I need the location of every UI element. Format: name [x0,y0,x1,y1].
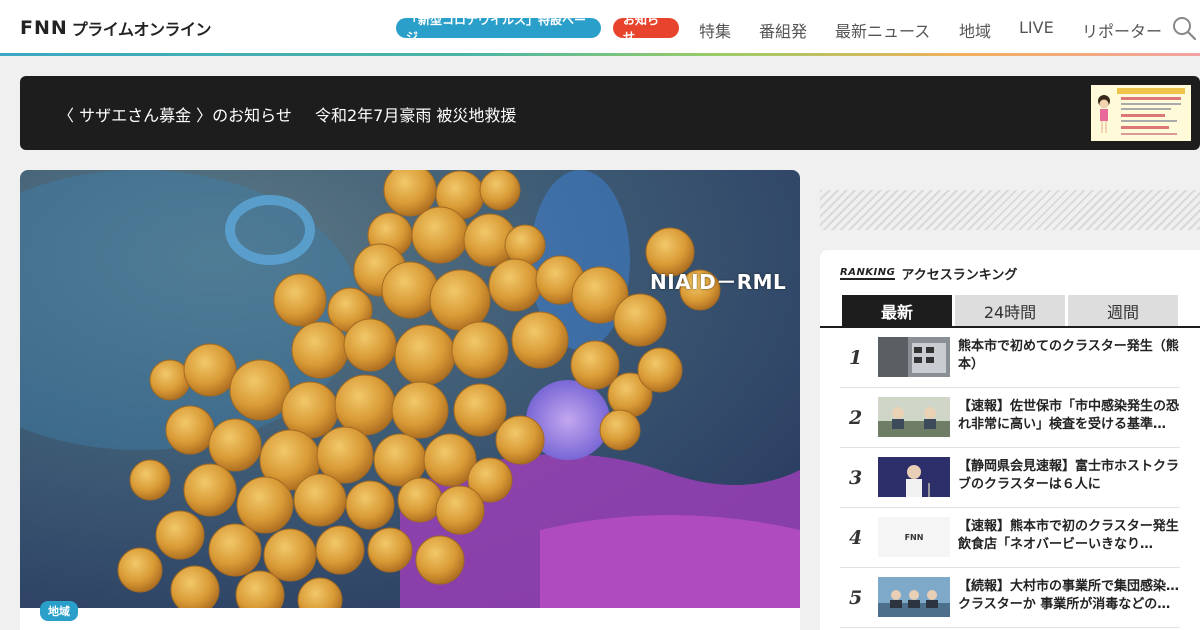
rank-headline: 【続報】大村市の事業所で集団感染…クラスターか 事業所が消毒などの… [958,579,1180,612]
ranking-title: アクセスランキング [901,268,1018,283]
nav-item-reporter[interactable]: リポーター [1082,18,1162,42]
nav-item-live[interactable]: LIVE [1019,18,1054,37]
rank-number: 5 [849,587,863,609]
notice-link[interactable]: お知らせ [613,13,679,44]
rank-number: 4 [849,527,863,549]
corona-special-link[interactable]: 「新型コロナウイルス」特設ページ [396,13,601,44]
ranking-tabs: 最新 24時間 週間 [842,295,1181,326]
site-header: FNN プライムオンライン 「新型コロナウイルス」特設ページ お知らせ 特集 番… [0,0,1200,56]
ranking-item[interactable]: 2 【速報】佐世保市「市中感染発生の恐れ非常に高い」検査を受ける基準… [840,388,1180,448]
announcement-banner[interactable]: 〈 サザエさん募金 〉のお知らせ 令和2年7月豪雨 被災地救援 [20,76,1200,150]
rank-thumbnail-logo: FNN [904,532,924,542]
ranking-logo: RANKING [840,266,896,280]
rank-headline: 【速報】熊本市で初のクラスター発生 飲食店「ネオバービーいきなり… [958,519,1180,552]
search-icon[interactable] [1172,16,1196,40]
top-story-card[interactable]: NIAID－RML 地域 [20,170,800,630]
banner-thumbnail [1091,85,1191,141]
main-nav: 「新型コロナウイルス」特設ページ お知らせ [396,13,679,44]
ranking-item[interactable]: 3 【静岡県会見速報】富士市ホストクラブのクラスターは６人に [840,448,1180,508]
tab-24h[interactable]: 24時間 [955,295,1065,326]
logo-text: プライムオンライン [71,20,212,39]
rank-headline: 【速報】佐世保市「市中感染発生の恐れ非常に高い」検査を受ける基準… [958,399,1180,432]
nav-item-latest-news[interactable]: 最新ニュース [835,18,930,42]
ranking-header: RANKING アクセスランキング [840,264,1017,283]
rank-number: 3 [849,467,863,489]
header-color-line [0,53,1200,56]
rank-number: 1 [849,347,863,369]
category-badge[interactable]: 地域 [40,601,78,621]
rank-thumbnail [878,337,950,377]
banner-campaign: 〈 サザエさん募金 〉のお知らせ [58,106,292,125]
banner-text: 〈 サザエさん募金 〉のお知らせ 令和2年7月豪雨 被災地救援 [58,102,534,126]
ranking-item[interactable]: 4 FNN 【速報】熊本市で初のクラスター発生 飲食店「ネオバービーいきなり… [840,508,1180,568]
nav-item-features[interactable]: 特集 [699,18,731,42]
rank-thumbnail [878,457,950,497]
nav-item-programs[interactable]: 番組発 [759,18,807,42]
ranking-item[interactable]: 5 【続報】大村市の事業所で集団感染…クラスターか 事業所が消毒などの… [840,568,1180,628]
logo-mark: FNN [20,17,68,39]
rank-thumbnail: FNN [878,517,950,557]
rank-headline: 【静岡県会見速報】富士市ホストクラブのクラスターは６人に [958,459,1180,492]
rank-number: 2 [849,407,863,429]
ranking-item[interactable]: 1 熊本市で初めてのクラスター発生（熊本） [840,328,1180,388]
ranking-list: 1 熊本市で初めてのクラスター発生（熊本） 2 【速報】佐世保市「市中感染発生の… [840,328,1180,628]
rank-headline: 熊本市で初めてのクラスター発生（熊本） [958,339,1179,372]
rank-thumbnail [878,397,950,437]
image-watermark: NIAID－RML [650,270,787,294]
rank-thumbnail [878,577,950,617]
access-ranking: RANKING アクセスランキング 最新 24時間 週間 1 熊本市で初めてのク… [820,250,1200,630]
site-logo[interactable]: FNN プライムオンライン [20,17,211,39]
nav-item-region[interactable]: 地域 [959,18,991,42]
tab-latest[interactable]: 最新 [842,295,952,326]
top-story-image: NIAID－RML [20,170,800,608]
tab-weekly[interactable]: 週間 [1068,295,1178,326]
ad-placeholder [820,190,1200,230]
banner-subject: 令和2年7月豪雨 被災地救援 [314,106,517,125]
